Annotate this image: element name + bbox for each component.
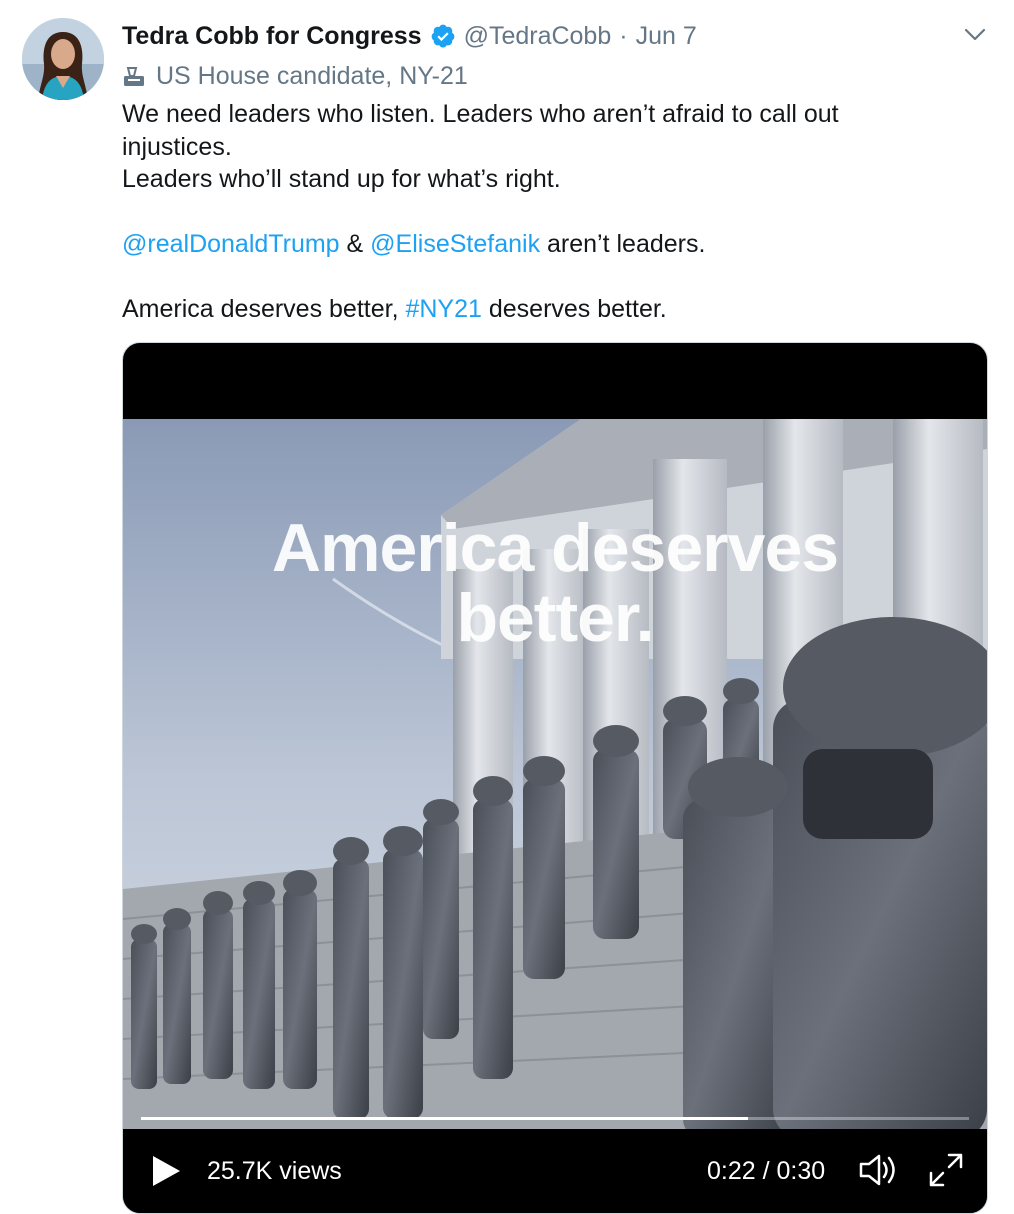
fullscreen-icon[interactable] xyxy=(927,1151,965,1189)
view-count: 25.7K views xyxy=(207,1157,342,1185)
play-button[interactable] xyxy=(149,1153,183,1189)
tweet-text-fragment: deserves better. xyxy=(481,295,667,323)
account-label-text: US House candidate, NY-21 xyxy=(156,61,468,90)
video-progress-bar[interactable] xyxy=(141,1117,969,1120)
verified-badge-icon xyxy=(430,23,456,49)
tweet-line: America deserves better, #NY21 deserves … xyxy=(122,293,952,326)
video-controls: 25.7K views 0:22 / 0:30 xyxy=(123,1129,987,1213)
tweet-text-fragment: America deserves better, xyxy=(122,295,406,323)
mention-link[interactable]: @EliseStefanik xyxy=(370,230,540,258)
overlay-line: America deserves xyxy=(271,510,839,586)
author-name[interactable]: Tedra Cobb for Congress xyxy=(122,22,422,51)
tweet-line: Leaders who’ll stand up for what’s right… xyxy=(122,165,561,193)
video-time: 0:22 / 0:30 xyxy=(707,1157,826,1185)
account-label: US House candidate, NY-21 xyxy=(122,60,468,92)
mention-link[interactable]: @realDonaldTrump xyxy=(122,230,340,258)
avatar[interactable] xyxy=(22,18,104,100)
chevron-down-icon[interactable] xyxy=(962,24,988,46)
video-overlay-title: America deserves better. xyxy=(123,513,987,653)
ballot-box-icon xyxy=(122,64,146,88)
tweet-line: We need leaders who listen. Leaders who … xyxy=(122,100,839,161)
video-progress-fill xyxy=(141,1117,748,1120)
hashtag-link[interactable]: #NY21 xyxy=(405,295,481,323)
tweet-text: We need leaders who listen. Leaders who … xyxy=(122,98,952,326)
overlay-line: better. xyxy=(456,580,654,656)
tweet-date[interactable]: Jun 7 xyxy=(636,22,697,51)
tweet-card[interactable]: Tedra Cobb for Congress @TedraCobb · Jun… xyxy=(0,0,1014,1214)
tweet-header: Tedra Cobb for Congress @TedraCobb · Jun… xyxy=(122,18,697,54)
author-handle[interactable]: @TedraCobb xyxy=(464,22,612,51)
play-icon xyxy=(153,1156,180,1186)
volume-icon[interactable] xyxy=(857,1151,897,1189)
separator-dot: · xyxy=(619,21,628,50)
ampersand-text: & xyxy=(339,230,371,258)
tweet-line: @realDonaldTrump & @EliseStefanik aren’t… xyxy=(122,228,952,261)
tweet-text-fragment: aren’t leaders. xyxy=(540,230,706,258)
video-player[interactable]: America deserves better. 25.7K views 0:2… xyxy=(122,342,988,1214)
